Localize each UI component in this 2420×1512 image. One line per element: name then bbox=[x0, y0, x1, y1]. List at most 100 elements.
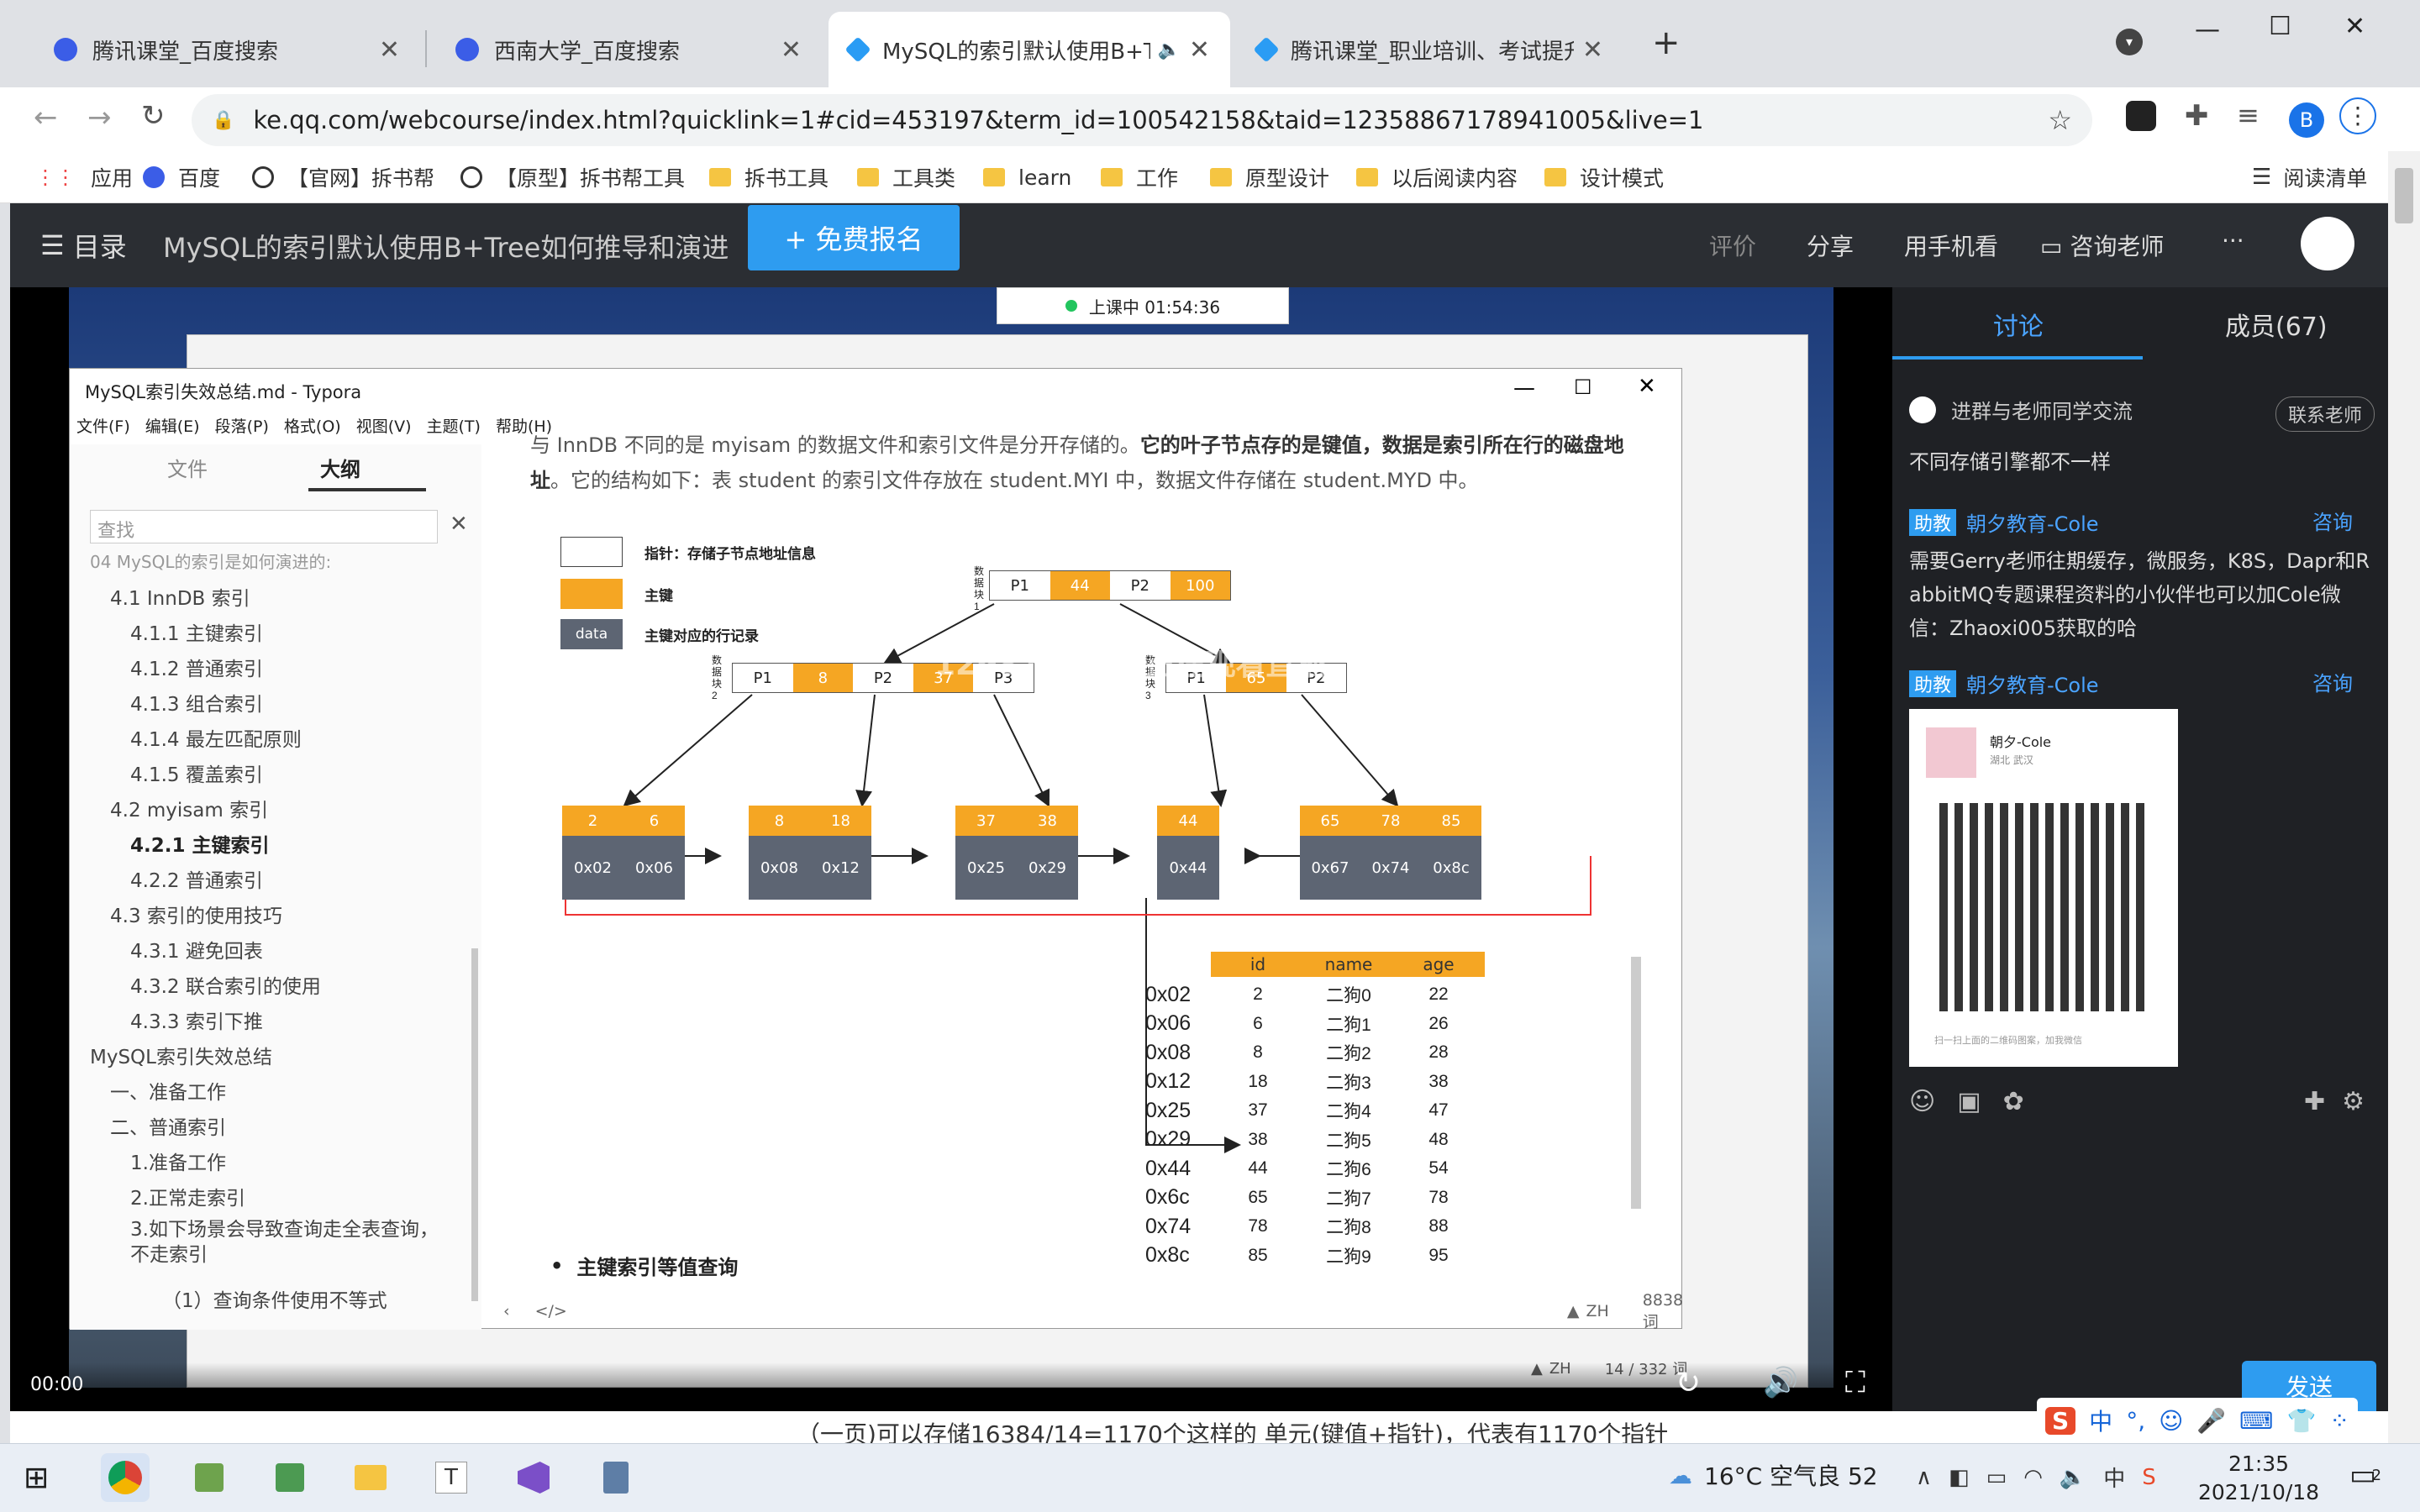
outline-item[interactable]: 04 MySQL的索引是如何演进的: bbox=[90, 549, 331, 573]
battery-icon[interactable]: ▭ bbox=[1986, 1465, 2007, 1490]
keyboard-icon[interactable]: ⌨ bbox=[2239, 1407, 2273, 1435]
clock[interactable]: 21:35 2021/10/18 bbox=[2198, 1450, 2319, 1507]
outline-item[interactable]: 4.3.1 避免回表 bbox=[130, 935, 263, 963]
back-arrow-icon[interactable]: ← bbox=[34, 101, 58, 134]
typora-minimize[interactable]: — bbox=[1513, 375, 1535, 401]
emoji-ime-icon[interactable]: ☺ bbox=[2159, 1407, 2183, 1435]
outline-item[interactable]: 一、准备工作 bbox=[110, 1076, 226, 1105]
outline-item[interactable]: 4.3.3 索引下推 bbox=[130, 1005, 263, 1034]
image-icon[interactable]: ▣ bbox=[1957, 1087, 1981, 1116]
extension-icon[interactable] bbox=[2126, 101, 2156, 131]
close-tab-icon[interactable]: ✕ bbox=[1189, 35, 1210, 65]
consult-link[interactable]: 咨询 bbox=[2312, 667, 2353, 696]
reload-icon[interactable]: ↻ bbox=[141, 99, 166, 133]
taskbar-tools[interactable] bbox=[185, 1453, 234, 1502]
free-signup-button[interactable]: + 免费报名 bbox=[748, 205, 960, 270]
windows-start-icon[interactable]: ⊞ bbox=[24, 1461, 49, 1495]
bookmark-folder[interactable]: 工作 bbox=[1101, 151, 1178, 203]
skin-icon[interactable]: 👕 bbox=[2287, 1407, 2317, 1435]
outline-item-active[interactable]: 4.2.1 主键索引 bbox=[130, 829, 270, 858]
bookmark-baidu[interactable]: 百度 bbox=[143, 151, 220, 203]
close-tab-icon[interactable]: ✕ bbox=[781, 35, 802, 65]
outline-item[interactable]: 4.1.2 普通索引 bbox=[130, 653, 263, 681]
sidebar-tab-outline[interactable]: 大纲 bbox=[320, 453, 360, 482]
menu-format[interactable]: 格式(O) bbox=[284, 414, 341, 437]
taskbar-file-explorer[interactable] bbox=[346, 1453, 395, 1502]
new-tab-button[interactable]: + bbox=[1652, 24, 1681, 62]
sidebar-tab-files[interactable]: 文件 bbox=[167, 453, 208, 482]
taskbar-typora[interactable]: T bbox=[427, 1453, 476, 1502]
bookmark-folder[interactable]: 以后阅读内容 bbox=[1356, 151, 1518, 203]
taskbar-editor[interactable] bbox=[266, 1453, 314, 1502]
notification-center-icon[interactable]: ▭ 2 bbox=[2349, 1458, 2381, 1492]
outline-item[interactable]: 4.2.2 普通索引 bbox=[130, 864, 263, 893]
bookmark-folder[interactable]: 原型设计 bbox=[1210, 151, 1329, 203]
menu-view[interactable]: 视图(V) bbox=[356, 414, 412, 437]
user-settings-icon[interactable]: ⚙ bbox=[2342, 1087, 2365, 1116]
outline-item[interactable]: 4.1.1 主键索引 bbox=[130, 617, 263, 646]
media-queue-icon[interactable]: ≡ bbox=[2237, 99, 2260, 131]
sender-name[interactable]: 朝夕教育-Cole bbox=[1966, 507, 2099, 537]
punct-icon[interactable]: °, bbox=[2126, 1407, 2145, 1435]
emoji-icon[interactable]: ☺ bbox=[1909, 1087, 1935, 1116]
tab-tencent-class[interactable]: 腾讯课堂_职业培训、考试提升在 ✕ bbox=[1237, 12, 1623, 87]
outline-item[interactable]: 2.正常走索引 bbox=[130, 1182, 245, 1210]
catalog-button[interactable]: ☰ 目录 bbox=[40, 203, 127, 287]
bookmark-star-icon[interactable]: ☆ bbox=[2048, 104, 2072, 136]
window-close-button[interactable]: ✕ bbox=[2344, 12, 2365, 41]
editor-scrollbar[interactable] bbox=[1631, 957, 1641, 1209]
rate-link[interactable]: 评价 bbox=[1709, 228, 1756, 262]
outline-item[interactable]: 4.1 InnDB 索引 bbox=[110, 582, 250, 611]
page-scrollbar[interactable] bbox=[2388, 151, 2420, 1443]
outline-item[interactable]: 3.如下场景会导致查询走全表查询，不走索引 bbox=[130, 1217, 450, 1268]
page-scroll-thumb[interactable] bbox=[2395, 168, 2413, 223]
refresh-icon[interactable]: ↻ bbox=[1676, 1366, 1701, 1400]
tab-search-icon[interactable]: ▾ bbox=[2116, 29, 2143, 55]
outline-item[interactable]: 4.3 索引的使用技巧 bbox=[110, 900, 282, 928]
outline-item[interactable]: 1.准备工作 bbox=[130, 1147, 226, 1175]
volume-icon[interactable]: 🔊 bbox=[1763, 1366, 1798, 1399]
outline-item[interactable]: 4.1.4 最左匹配原则 bbox=[130, 723, 302, 752]
taskbar-visual-studio[interactable] bbox=[509, 1453, 558, 1502]
wifi-icon[interactable]: ◠ bbox=[2023, 1465, 2043, 1490]
typora-maximize[interactable]: ☐ bbox=[1574, 375, 1592, 399]
outline-item[interactable]: 4.3.2 联合索引的使用 bbox=[130, 970, 321, 999]
ime-mode[interactable]: 中 bbox=[2089, 1404, 2112, 1437]
source-mode-icon[interactable]: </> bbox=[535, 1302, 567, 1320]
menu-paragraph[interactable]: 段落(P) bbox=[215, 414, 269, 437]
menu-edit[interactable]: 编辑(E) bbox=[145, 414, 200, 437]
more-menu[interactable]: ··· bbox=[2222, 227, 2244, 255]
chrome-menu-icon[interactable]: ⋮ bbox=[2339, 97, 2376, 134]
profile-avatar[interactable]: B bbox=[2289, 102, 2324, 138]
bookmark-prototype-tool[interactable]: 【原型】拆书帮工具 bbox=[460, 151, 685, 203]
close-tab-icon[interactable]: ✕ bbox=[1582, 35, 1603, 65]
audio-playing-icon[interactable]: 🔈 bbox=[1157, 39, 1180, 60]
outline-item[interactable]: MySQL索引失效总结 bbox=[90, 1041, 272, 1069]
tab-active-mysql[interactable]: MySQL的索引默认使用B+Tr 🔈 ✕ bbox=[829, 12, 1230, 87]
consult-teacher-link[interactable]: ▭ 咨询老师 bbox=[2040, 228, 2164, 262]
speaker-icon[interactable]: 🔈 bbox=[2060, 1465, 2086, 1490]
sogou-tray-icon[interactable]: S bbox=[2142, 1465, 2156, 1490]
clear-search-icon[interactable]: ✕ bbox=[450, 512, 468, 537]
toggle-sidebar-icon[interactable]: ‹ bbox=[503, 1302, 510, 1320]
sogou-ime-icon[interactable]: S bbox=[2045, 1406, 2076, 1435]
menu-file[interactable]: 文件(F) bbox=[76, 414, 130, 437]
tray-app-icon[interactable]: ◧ bbox=[1949, 1465, 1970, 1490]
bookmark-folder[interactable]: learn bbox=[983, 151, 1071, 203]
window-maximize-button[interactable]: ☐ bbox=[2269, 12, 2291, 41]
tray-chevron-icon[interactable]: ∧ bbox=[1916, 1465, 1932, 1490]
contact-teacher-button[interactable]: 联系老师 bbox=[2275, 396, 2375, 432]
user-avatar[interactable] bbox=[2301, 217, 2354, 270]
tray-ime[interactable]: 中 bbox=[2103, 1462, 2125, 1493]
puzzle-extensions-icon[interactable]: ✚ bbox=[2185, 99, 2209, 133]
bookmark-folder[interactable]: 设计模式 bbox=[1544, 151, 1664, 203]
share-link[interactable]: 分享 bbox=[1807, 228, 1854, 262]
bookmark-chaishubang[interactable]: 【官网】拆书帮 bbox=[252, 151, 434, 203]
fullscreen-icon[interactable]: ⛶ bbox=[1845, 1366, 1865, 1399]
outline-item[interactable]: 4.2 myisam 索引 bbox=[110, 794, 268, 822]
outline-search-input[interactable]: 查找 bbox=[90, 510, 438, 543]
watch-on-phone-link[interactable]: 用手机看 bbox=[1904, 228, 1998, 262]
consult-link[interactable]: 咨询 bbox=[2312, 506, 2353, 535]
sidebar-scrollbar[interactable] bbox=[471, 948, 478, 1301]
typora-close[interactable]: ✕ bbox=[1638, 374, 1656, 399]
